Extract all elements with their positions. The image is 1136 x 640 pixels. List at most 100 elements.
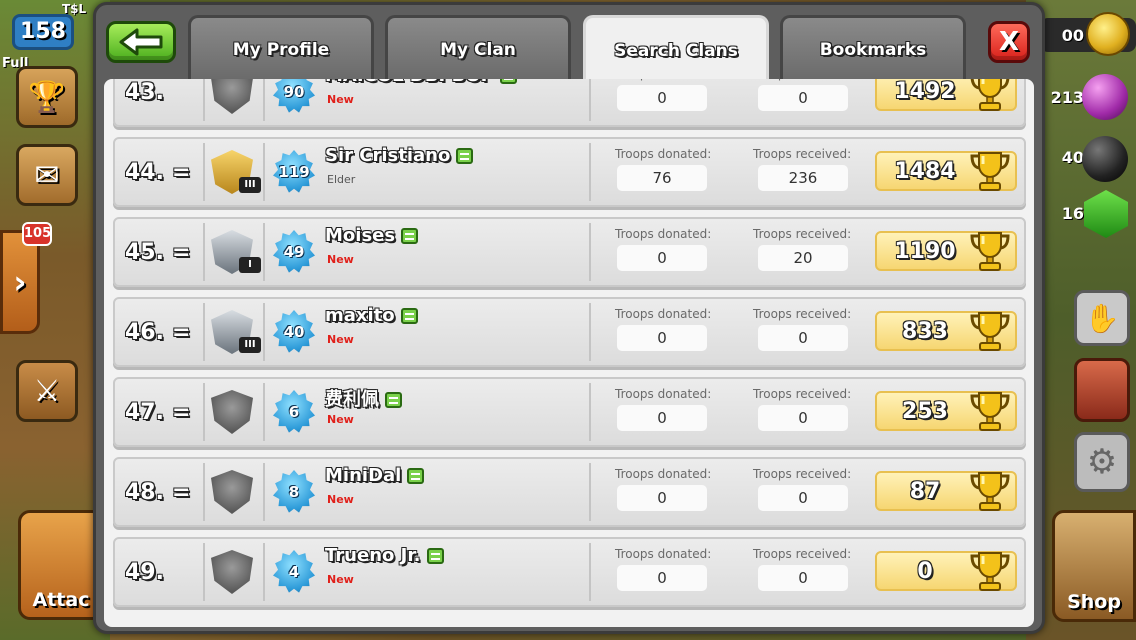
close-button[interactable]: X xyxy=(988,21,1030,63)
member-role: New xyxy=(327,93,354,106)
settings-button[interactable]: ⚙ xyxy=(1074,432,1130,492)
trophy-count: 833 xyxy=(902,318,948,344)
edit-layout-button[interactable]: ✋ xyxy=(1074,290,1130,346)
troops-donated-value: 0 xyxy=(617,405,707,431)
trophy-icon xyxy=(970,472,1010,511)
chat-icon xyxy=(426,548,444,564)
troops-donated-label: Troops donated: xyxy=(615,227,712,241)
troops-donated-value: 76 xyxy=(617,165,707,191)
xp-level-icon: 49 xyxy=(273,230,315,273)
member-row[interactable]: 43. 90 MAICOL DBPBOP New Troops donated:… xyxy=(113,79,1026,127)
trophy-icon: 🏆 xyxy=(28,79,66,115)
member-role: New xyxy=(327,493,354,506)
trophy-icon xyxy=(970,232,1010,271)
member-row[interactable]: 48. = 8 MiniDal New Troops donated: 0 Tr… xyxy=(113,457,1026,527)
tab-my-profile[interactable]: My Profile xyxy=(188,15,374,81)
friends-avatar-button[interactable] xyxy=(1074,358,1130,422)
attack-button[interactable]: Attac xyxy=(18,510,104,620)
chat-icon xyxy=(400,308,418,324)
divider xyxy=(203,303,205,361)
troops-received-label: Troops received: xyxy=(753,307,852,321)
troops-donated-label: Troops donated: xyxy=(615,467,712,481)
crossed-swords-icon: ⚔ xyxy=(33,373,61,409)
troops-received-value: 20 xyxy=(758,245,848,271)
divider xyxy=(589,303,591,361)
trophy-icon xyxy=(970,552,1010,591)
member-role: Elder xyxy=(327,173,356,186)
dark-elixir-amount: 40 xyxy=(1061,148,1084,167)
trophy-count: 87 xyxy=(909,478,941,504)
notification-badge: 105 xyxy=(22,222,52,246)
member-name-text: MiniDal xyxy=(325,465,402,486)
troops-received-label: Troops received: xyxy=(753,547,852,561)
member-role: New xyxy=(327,573,354,586)
trophy-count-box: 253 xyxy=(875,391,1017,431)
divider xyxy=(589,223,591,281)
trophy-count: 0 xyxy=(917,558,933,584)
elixir-amount: 213 xyxy=(1050,88,1084,107)
member-name: MiniDal xyxy=(325,465,425,486)
member-row[interactable]: 46. = III 40 maxito New Troops donated: … xyxy=(113,297,1026,367)
troops-donated-value: 0 xyxy=(617,485,707,511)
troops-donated-value: 0 xyxy=(617,325,707,351)
trophy-count-box: 1190 xyxy=(875,231,1017,271)
member-row[interactable]: 49. 4 Trueno Jr. New Troops donated: 0 T… xyxy=(113,537,1026,607)
member-name-text: Trueno Jr. xyxy=(325,545,421,566)
chat-icon xyxy=(456,148,474,164)
divider xyxy=(203,383,205,441)
member-role: New xyxy=(327,413,354,426)
divider xyxy=(589,543,591,601)
war-button[interactable]: ⚔ xyxy=(16,360,78,422)
rank-change-indicator: = xyxy=(171,399,191,425)
experience-level-badge: 158 xyxy=(12,14,74,50)
xp-level-icon: 119 xyxy=(273,150,315,193)
messages-button[interactable]: ✉ xyxy=(16,144,78,206)
back-button[interactable] xyxy=(106,21,176,63)
member-row[interactable]: 47. = 6 费利佩 New Troops donated: 0 Troops… xyxy=(113,377,1026,447)
troops-donated-label: Troops donated: xyxy=(615,307,712,321)
rank-cell: 45. = xyxy=(125,235,197,269)
trophy-league-button[interactable]: 🏆 xyxy=(16,66,78,128)
divider xyxy=(203,79,205,121)
gems-amount: 16 xyxy=(1061,204,1084,223)
elixir-icon xyxy=(1082,74,1128,120)
divider xyxy=(263,543,265,601)
troops-donated-label: Troops donated: xyxy=(615,79,711,81)
chat-icon xyxy=(499,79,517,84)
tab-my-clan[interactable]: My Clan xyxy=(385,15,571,81)
league-icon xyxy=(211,79,253,114)
xp-level-icon: 40 xyxy=(273,310,315,353)
attack-label: Attac xyxy=(32,589,90,611)
troops-received-label: Troops received: xyxy=(753,147,852,161)
trophy-icon xyxy=(970,312,1010,351)
gear-icon: ⚙ xyxy=(1086,442,1118,482)
member-name-text: maxito xyxy=(325,305,395,326)
trophy-count: 1484 xyxy=(894,158,956,184)
hand-move-icon: ✋ xyxy=(1084,301,1120,335)
league-icon xyxy=(211,470,253,514)
divider xyxy=(263,223,265,281)
rank-change-indicator: = xyxy=(171,239,191,265)
tab-search-clans[interactable]: Search Clans xyxy=(583,15,769,83)
member-name-text: MAICOL DBPBOP xyxy=(325,79,494,86)
member-name-text: Moises xyxy=(325,225,396,246)
trophy-icon xyxy=(970,79,1010,111)
chat-icon xyxy=(401,228,419,244)
divider xyxy=(589,383,591,441)
member-row[interactable]: 45. = I 49 Moises New Troops donated: 0 … xyxy=(113,217,1026,287)
member-name: Trueno Jr. xyxy=(325,545,444,566)
trophy-count: 1190 xyxy=(894,238,956,264)
member-row[interactable]: 44. = III 119 Sir Cristiano Elder Troops… xyxy=(113,137,1026,207)
divider xyxy=(589,79,591,121)
troops-received-value: 0 xyxy=(758,565,848,591)
league-icon xyxy=(211,390,253,434)
troops-received-label: Troops received: xyxy=(753,79,851,81)
member-list-container[interactable]: 43. 90 MAICOL DBPBOP New Troops donated:… xyxy=(104,79,1034,627)
shop-button[interactable]: Shop xyxy=(1052,510,1136,622)
divider xyxy=(589,143,591,201)
member-name: MAICOL DBPBOP xyxy=(325,79,517,86)
league-tier-badge: III xyxy=(239,337,261,353)
tab-bookmarks[interactable]: Bookmarks xyxy=(780,15,966,81)
troops-received-label: Troops received: xyxy=(753,227,852,241)
chat-icon xyxy=(385,392,402,408)
